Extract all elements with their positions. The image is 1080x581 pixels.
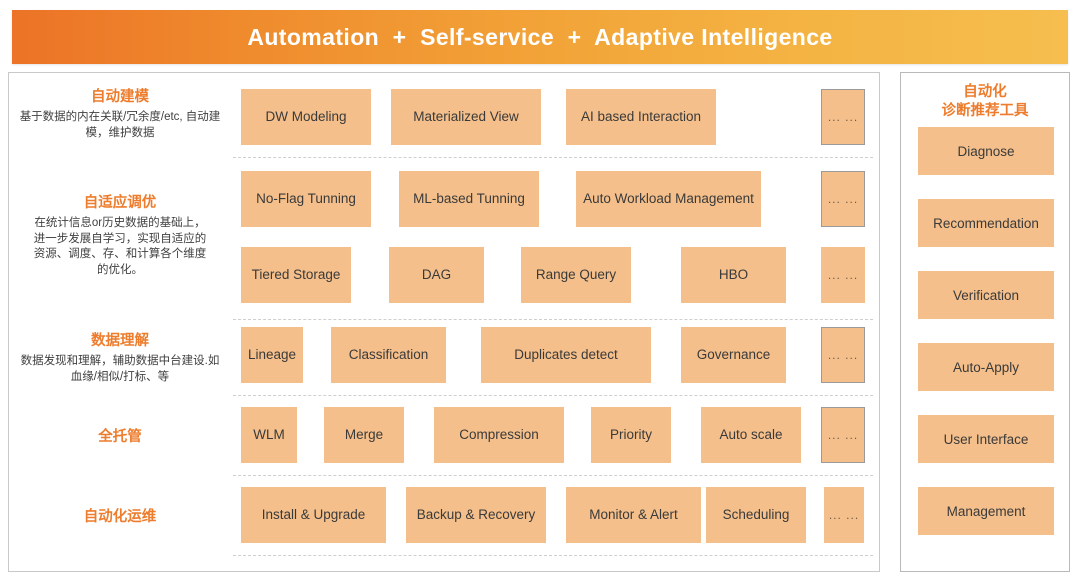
diagnostic-tool-user-interface[interactable]: User Interface [918, 415, 1054, 463]
row-fully-managed: WLM Merge Compression Priority Auto scale...… [231, 407, 879, 463]
capability-chip-priority[interactable]: Priority [591, 407, 671, 463]
capability-chip-no-flag-tunning[interactable]: No-Flag Tunning [241, 171, 371, 227]
diagnostic-tool-diagnose[interactable]: Diagnose [918, 127, 1054, 175]
capability-chip-ellipsis[interactable]: ... ... [821, 89, 865, 145]
row-label-description: 在统计信息or历史数据的基础上，进一步发展自学习，实现自适应的资源、调度、存、和… [33, 217, 207, 276]
row-label-column: 自动建模基于数据的内在关联/冗余度/etc, 自动建模，维护数据自适应调优在统计… [9, 73, 231, 571]
capability-chip-classification[interactable]: Classification [331, 327, 446, 383]
diagnostic-tools-title: 自动化 诊断推荐工具 [901, 83, 1069, 121]
capability-chip-dag[interactable]: DAG [389, 247, 484, 303]
row-divider [233, 319, 873, 320]
row-label-fully-managed: 全托管 [17, 427, 223, 450]
row-adaptive-tuning-1: No-Flag Tunning ML-based Tunning Auto Work… [231, 171, 879, 227]
capability-chip-tiered-storage[interactable]: Tiered Storage [241, 247, 351, 303]
row-divider [233, 395, 873, 396]
row-label-description: 基于数据的内在关联/冗余度/etc, 自动建模，维护数据 [19, 111, 221, 139]
capability-chip-install-upgrade[interactable]: Install & Upgrade [241, 487, 386, 543]
row-adaptive-tuning-2: Tiered Storage DAG Range Query HBO ... ... [231, 247, 879, 303]
capability-chip-merge[interactable]: Merge [324, 407, 404, 463]
capability-chip-ellipsis[interactable]: ... ... [821, 327, 865, 383]
row-divider [233, 475, 873, 476]
capability-chip-lineage[interactable]: Lineage [241, 327, 303, 383]
row-divider [233, 157, 873, 158]
row-data-understanding: Lineage Classification Duplicates detect Go… [231, 327, 879, 383]
diagnostic-tools-title-line2: 诊断推荐工具 [941, 103, 1029, 119]
capability-chip-ai-based-interaction[interactable]: AI based Interaction [566, 89, 716, 145]
capability-chip-auto-workload-management[interactable]: Auto Workload Management [576, 171, 761, 227]
capability-chip-ellipsis[interactable]: ... ... [821, 407, 865, 463]
diagnostic-tool-verification[interactable]: Verification [918, 271, 1054, 319]
diagnostic-tool-recommendation[interactable]: Recommendation [918, 199, 1054, 247]
capability-chip-compression[interactable]: Compression [434, 407, 564, 463]
capability-chip-scheduling[interactable]: Scheduling [706, 487, 806, 543]
capability-chip-ellipsis[interactable]: ... ... [821, 247, 865, 303]
capability-chip-monitor-alert[interactable]: Monitor & Alert [566, 487, 701, 543]
capability-matrix-frame: 自动建模基于数据的内在关联/冗余度/etc, 自动建模，维护数据自适应调优在统计… [8, 72, 880, 572]
capability-rows-area: DW Modeling Materialized View AI based Int… [231, 73, 879, 571]
row-label-title: 全托管 [98, 429, 142, 445]
capability-chip-range-query[interactable]: Range Query [521, 247, 631, 303]
capability-chip-duplicates-detect[interactable]: Duplicates detect [481, 327, 651, 383]
capability-chip-ml-based-tunning[interactable]: ML-based Tunning [399, 171, 539, 227]
page-title: Automation + Self-service + Adaptive Int… [247, 23, 833, 50]
row-divider [233, 555, 873, 556]
diagnostic-tools-panel: 自动化 诊断推荐工具 Diagnose Recommendation Verific… [900, 72, 1070, 572]
row-label-title: 自适应调优 [83, 195, 157, 211]
capability-chip-hbo[interactable]: HBO [681, 247, 786, 303]
row-label-adaptive-tuning: 自适应调优在统计信息or历史数据的基础上，进一步发展自学习，实现自适应的资源、调… [17, 193, 223, 278]
row-auto-modeling: DW Modeling Materialized View AI based Int… [231, 89, 879, 145]
row-label-title: 自动建模 [91, 89, 149, 105]
diagnostic-tool-auto-apply[interactable]: Auto-Apply [918, 343, 1054, 391]
capability-chip-auto-scale[interactable]: Auto scale [701, 407, 801, 463]
capability-chip-wlm[interactable]: WLM [241, 407, 297, 463]
row-label-title: 数据理解 [91, 333, 149, 349]
capability-chip-dw-modeling[interactable]: DW Modeling [241, 89, 371, 145]
header-banner: Automation + Self-service + Adaptive Int… [12, 10, 1068, 64]
capability-chip-ellipsis[interactable]: ... ... [824, 487, 864, 543]
diagnostic-tools-title-line1: 自动化 [963, 84, 1007, 100]
row-label-auto-ops: 自动化运维 [17, 507, 223, 530]
capability-chip-governance[interactable]: Governance [681, 327, 786, 383]
row-label-data-understanding: 数据理解数据发现和理解，辅助数据中台建设.如血缘/相似/打标、等 [17, 331, 223, 385]
row-label-description: 数据发现和理解，辅助数据中台建设.如血缘/相似/打标、等 [20, 355, 220, 383]
row-label-auto-modeling: 自动建模基于数据的内在关联/冗余度/etc, 自动建模，维护数据 [17, 87, 223, 141]
row-label-title: 自动化运维 [83, 509, 157, 525]
diagnostic-tool-management[interactable]: Management [918, 487, 1054, 535]
capability-chip-ellipsis[interactable]: ... ... [821, 171, 865, 227]
capability-chip-backup-recovery[interactable]: Backup & Recovery [406, 487, 546, 543]
capability-chip-materialized-view[interactable]: Materialized View [391, 89, 541, 145]
row-auto-ops: Install & Upgrade Backup & Recovery Monito… [231, 487, 879, 543]
